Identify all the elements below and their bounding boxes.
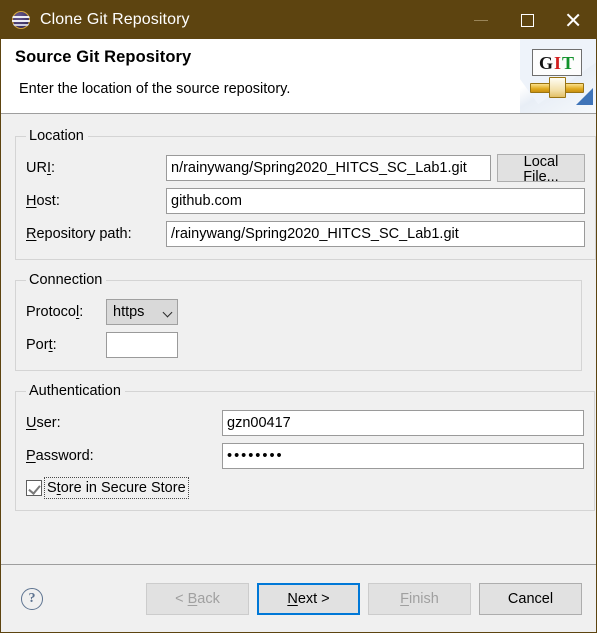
location-group: Location URI: Local File... Host: Reposi… <box>15 128 596 260</box>
store-secure-store-row[interactable]: Store in Secure Store <box>26 476 584 500</box>
password-label: Password: <box>26 448 94 464</box>
user-row: User: <box>26 408 584 438</box>
next-button[interactable]: Next > <box>257 582 360 615</box>
location-group-legend: Location <box>29 128 84 144</box>
password-input[interactable] <box>222 443 584 469</box>
cancel-button[interactable]: Cancel <box>479 582 582 615</box>
git-logo-g: G <box>538 52 554 73</box>
local-file-button[interactable]: Local File... <box>497 154 585 184</box>
repository-path-input[interactable] <box>166 221 585 247</box>
protocol-row: Protocol: https <box>26 297 571 327</box>
store-secure-store-label: Store in Secure Store <box>44 477 189 499</box>
chevron-down-icon <box>164 308 173 317</box>
authentication-group-legend: Authentication <box>29 383 121 399</box>
uri-label: URI: <box>26 160 56 176</box>
host-row: Host: <box>26 186 585 216</box>
git-logo-knob <box>549 77 566 98</box>
git-logo-i: I <box>553 52 562 73</box>
window-controls <box>458 1 596 39</box>
connection-group: Connection Protocol: https Port: <box>15 272 582 371</box>
protocol-label: Protocol: <box>26 304 84 320</box>
user-input[interactable] <box>222 410 584 436</box>
authentication-group: Authentication User: Password: Store in … <box>15 383 595 511</box>
password-row: Password: <box>26 441 584 471</box>
maximize-icon <box>520 13 534 27</box>
close-button[interactable] <box>550 1 596 39</box>
close-icon <box>565 12 581 28</box>
wizard-buttons: < Back Next > Finish Cancel <box>146 582 582 615</box>
maximize-button[interactable] <box>504 1 550 39</box>
repository-path-label: Repository path: <box>26 226 132 242</box>
user-label: User: <box>26 415 61 431</box>
port-label: Port: <box>26 337 57 353</box>
connection-group-legend: Connection <box>29 272 103 288</box>
clone-git-repository-dialog: Clone Git Repository Source Git Reposito… <box>0 0 597 633</box>
git-logo-triangle <box>576 88 593 105</box>
git-logo-plate: GIT <box>532 49 582 76</box>
wizard-header: Source Git Repository Enter the location… <box>1 39 596 114</box>
page-subtitle: Enter the location of the source reposit… <box>19 81 291 97</box>
finish-button[interactable]: Finish <box>368 582 471 615</box>
port-row: Port: <box>26 330 571 360</box>
protocol-select[interactable]: https <box>106 299 178 325</box>
dialog-footer: ? < Back Next > Finish Cancel <box>1 564 596 632</box>
uri-row: URI: Local File... <box>26 153 585 184</box>
window-title: Clone Git Repository <box>40 11 190 28</box>
host-input[interactable] <box>166 188 585 214</box>
help-icon[interactable]: ? <box>21 587 43 610</box>
minimize-icon <box>474 19 488 21</box>
git-logo-t: T <box>562 52 576 73</box>
dialog-body: Location URI: Local File... Host: Reposi… <box>1 114 596 564</box>
title-bar: Clone Git Repository <box>1 1 596 39</box>
port-input[interactable] <box>106 332 178 358</box>
back-button[interactable]: < Back <box>146 582 249 615</box>
uri-input[interactable] <box>166 155 491 181</box>
git-banner-logo: GIT <box>520 39 596 113</box>
eclipse-icon <box>12 11 30 29</box>
host-label: Host: <box>26 193 60 209</box>
page-title: Source Git Repository <box>15 48 192 66</box>
protocol-selected-value: https <box>113 304 145 320</box>
minimize-button[interactable] <box>458 1 504 39</box>
repository-path-row: Repository path: <box>26 219 585 249</box>
store-secure-store-checkbox[interactable] <box>26 480 42 496</box>
